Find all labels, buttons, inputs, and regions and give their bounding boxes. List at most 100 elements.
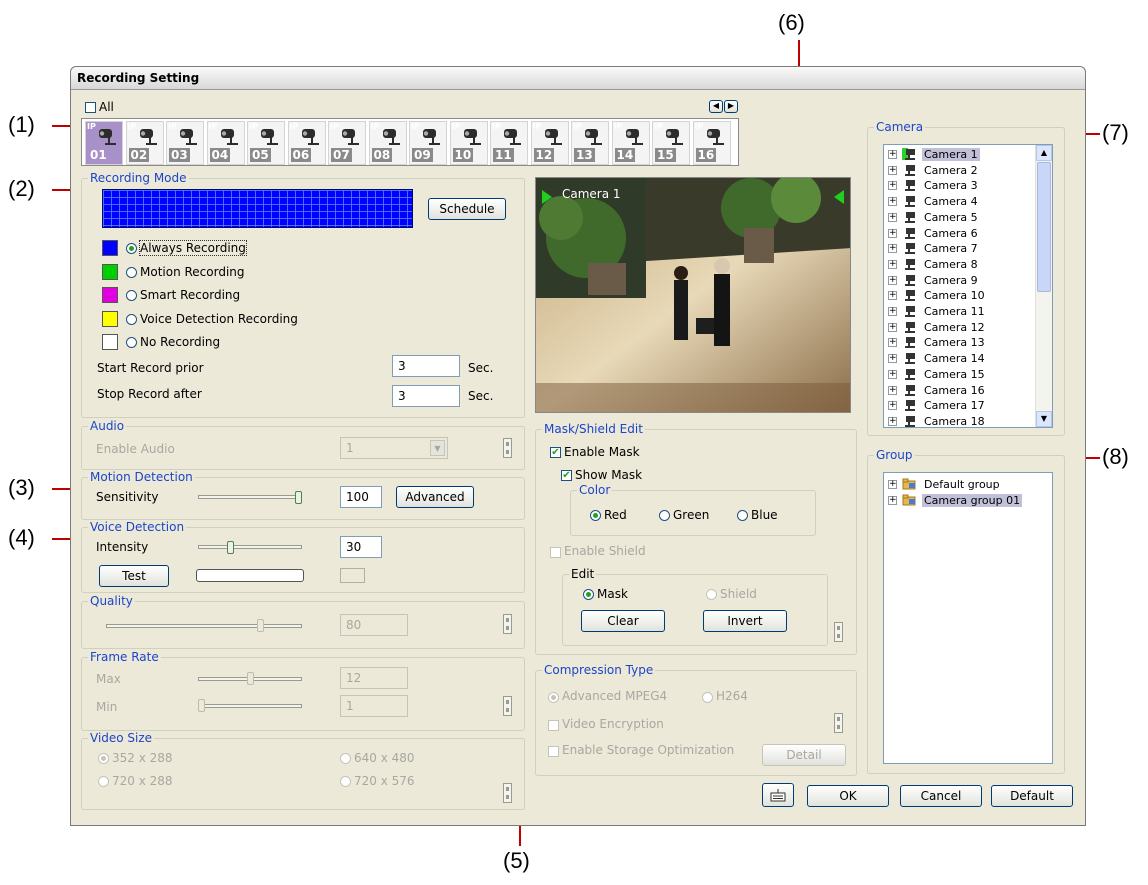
max-value[interactable]: 12	[340, 667, 408, 689]
folder-icon	[902, 494, 916, 506]
scroll-up-button[interactable]: ▲	[1036, 145, 1052, 161]
size-640-radio[interactable]	[340, 753, 351, 764]
expand-icon[interactable]: +	[888, 496, 897, 505]
camera-tile[interactable]: IP 08	[368, 121, 407, 165]
camera-tile[interactable]: IP 04	[206, 121, 245, 165]
size-720x288-label: 720 x 288	[112, 774, 173, 788]
chevron-down-icon[interactable]: ▼	[430, 440, 445, 456]
max-slider[interactable]	[246, 672, 254, 685]
expand-icon[interactable]: +	[888, 307, 897, 316]
camera-tile[interactable]: IP 07	[328, 121, 366, 165]
min-value[interactable]: 1	[340, 695, 408, 717]
min-slider[interactable]	[198, 699, 205, 712]
expand-icon[interactable]: +	[888, 291, 897, 301]
expand-icon[interactable]: +	[888, 197, 897, 207]
ip-tag: IP	[168, 122, 177, 131]
intensity-value[interactable]: 30	[340, 536, 382, 558]
color-red-radio[interactable]	[590, 510, 601, 521]
invert-button[interactable]: Invert	[703, 610, 787, 632]
scroll-down-button[interactable]: ▼	[1036, 411, 1052, 427]
expand-icon[interactable]: +	[888, 416, 897, 426]
mode-radio[interactable]	[126, 243, 137, 254]
mode-radio[interactable]	[126, 266, 137, 278]
advanced-button[interactable]: Advanced	[396, 486, 474, 508]
detail-button[interactable]: Detail	[762, 744, 846, 766]
stop-after-unit: Sec.	[468, 389, 494, 403]
enable-mask-checkbox[interactable]: ✔	[550, 447, 561, 458]
camera-tile[interactable]: IP 14	[611, 121, 650, 165]
cancel-button[interactable]: Cancel	[900, 785, 982, 807]
mode-radio[interactable]	[126, 313, 137, 325]
expand-icon[interactable]: +	[888, 369, 897, 379]
show-mask-label: Show Mask	[575, 468, 643, 482]
expand-icon[interactable]: +	[888, 181, 897, 191]
camera-tile[interactable]: IP 06	[287, 121, 326, 165]
expand-icon[interactable]: +	[888, 244, 897, 254]
camera-tile[interactable]: IP 15	[652, 121, 690, 165]
test-button[interactable]: Test	[99, 565, 169, 587]
expand-icon[interactable]: +	[888, 150, 897, 159]
expand-icon[interactable]: +	[888, 165, 897, 175]
camera-tile[interactable]: IP 11	[490, 121, 528, 165]
expand-icon[interactable]: +	[888, 401, 897, 411]
recording-mode-group: Recording Mode Schedule Always Recording…	[81, 171, 525, 418]
quality-slider[interactable]	[257, 619, 265, 632]
color-blue-radio[interactable]	[737, 510, 748, 521]
camera-tile[interactable]: IP 03	[166, 121, 204, 165]
preview-image	[536, 178, 850, 412]
camera-tile[interactable]: IP 02	[125, 121, 164, 165]
ok-button[interactable]: OK	[807, 785, 889, 807]
clear-button[interactable]: Clear	[581, 610, 665, 632]
intensity-slider[interactable]	[227, 541, 235, 554]
expand-icon[interactable]: +	[888, 275, 897, 285]
edit-mask-radio[interactable]	[583, 589, 594, 600]
expand-icon[interactable]: +	[888, 322, 897, 332]
expand-icon[interactable]: +	[888, 228, 897, 238]
expand-icon[interactable]: +	[888, 385, 897, 395]
audio-info-icon	[503, 438, 512, 458]
edit-shield-radio[interactable]	[706, 589, 717, 600]
mpeg4-radio[interactable]	[548, 692, 559, 703]
schedule-grid[interactable]	[102, 189, 413, 228]
mode-radio[interactable]	[126, 337, 137, 348]
ip-camera-icon	[625, 129, 643, 145]
h264-radio[interactable]	[702, 692, 713, 703]
color-green-radio[interactable]	[659, 510, 670, 521]
encryption-checkbox[interactable]	[548, 720, 559, 731]
ip-camera-icon	[423, 129, 440, 145]
camera-tile[interactable]: IP 12	[530, 121, 569, 165]
default-button[interactable]: Default	[991, 785, 1073, 807]
enable-shield-checkbox[interactable]	[550, 547, 561, 558]
all-checkbox[interactable]	[85, 102, 96, 113]
camera-tile[interactable]: IP 05	[247, 121, 285, 165]
enable-mask-label: Enable Mask	[564, 445, 640, 459]
size-720x288-radio[interactable]	[98, 776, 109, 787]
start-prior-input[interactable]: 3	[392, 355, 460, 377]
size-720x576-radio[interactable]	[340, 776, 351, 787]
scroll-right-button[interactable]: ▶	[724, 100, 738, 113]
expand-icon[interactable]: +	[888, 259, 897, 269]
camera-tile[interactable]: IP 13	[571, 121, 609, 165]
show-mask-checkbox[interactable]: ✔	[561, 470, 572, 481]
camera-number: 15	[655, 148, 676, 162]
camera-tree-scrollbar[interactable]: ▲ ▼	[1035, 145, 1052, 427]
storage-opt-checkbox[interactable]	[548, 746, 559, 757]
expand-icon[interactable]: +	[888, 338, 897, 348]
stop-after-input[interactable]: 3	[392, 385, 460, 407]
expand-icon[interactable]: +	[888, 354, 897, 364]
scroll-left-button[interactable]: ◀	[709, 100, 723, 113]
sensitivity-slider[interactable]	[295, 491, 302, 504]
camera-tile[interactable]: IP 16	[692, 121, 731, 165]
expand-icon[interactable]: +	[888, 212, 897, 222]
sensitivity-value[interactable]: 100	[340, 486, 382, 508]
camera-tile[interactable]: IP 09	[409, 121, 447, 165]
scroll-thumb[interactable]	[1037, 162, 1051, 292]
quality-value[interactable]: 80	[340, 614, 408, 636]
expand-icon[interactable]: +	[888, 480, 897, 489]
schedule-button[interactable]: Schedule	[428, 198, 506, 220]
mode-radio[interactable]	[126, 290, 137, 301]
size-352-radio[interactable]	[98, 753, 109, 764]
camera-tile[interactable]: IP 01	[85, 121, 123, 165]
keyboard-button[interactable]	[762, 783, 794, 807]
camera-tile[interactable]: IP 10	[449, 121, 488, 165]
